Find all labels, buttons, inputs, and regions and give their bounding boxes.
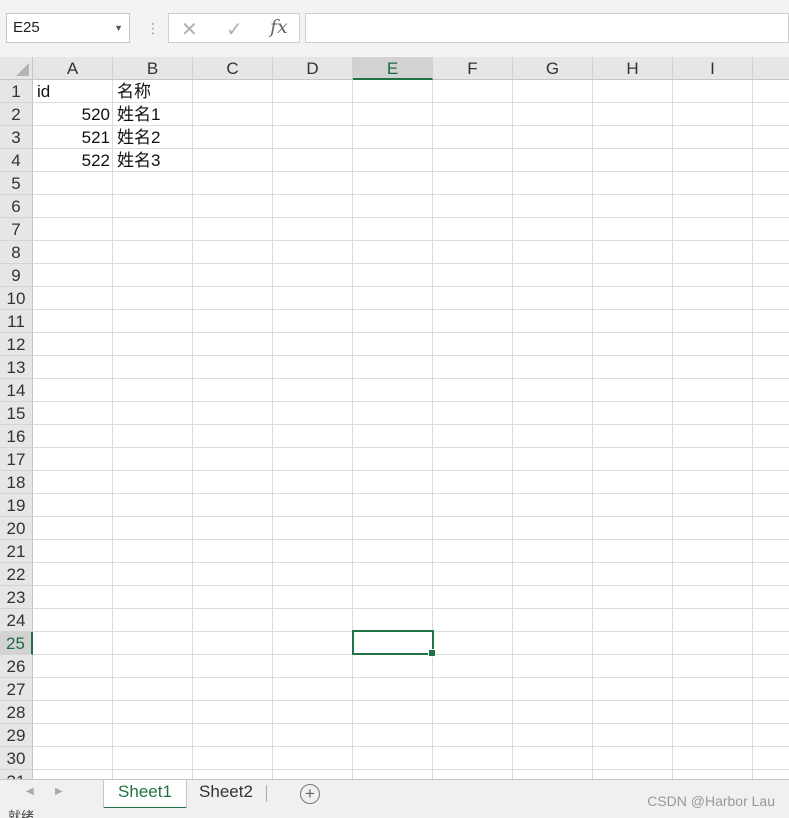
select-all-button[interactable] <box>0 57 33 80</box>
cell-b3[interactable]: 姓名2 <box>117 126 193 149</box>
cell-b1[interactable]: 名称 <box>117 80 193 103</box>
row-header-20[interactable]: 20 <box>0 517 33 540</box>
status-bar: 就绪 <box>0 808 789 818</box>
cell-a4[interactable]: 522 <box>33 149 110 172</box>
watermark: CSDN @Harbor Lau <box>647 793 775 809</box>
row-header-3[interactable]: 3 <box>0 126 33 149</box>
formula-input[interactable] <box>305 13 789 43</box>
select-all-icon <box>16 63 29 76</box>
row-header-17[interactable]: 17 <box>0 448 33 471</box>
row-header-8[interactable]: 8 <box>0 241 33 264</box>
insert-function-icon[interactable]: fx <box>270 16 288 38</box>
column-header-h[interactable]: H <box>593 57 673 80</box>
row-header-26[interactable]: 26 <box>0 655 33 678</box>
row-header-4[interactable]: 4 <box>0 149 33 172</box>
column-header-i[interactable]: I <box>673 57 753 80</box>
row-header-2[interactable]: 2 <box>0 103 33 126</box>
column-header-d[interactable]: D <box>273 57 353 80</box>
row-header-7[interactable]: 7 <box>0 218 33 241</box>
row-header-13[interactable]: 13 <box>0 356 33 379</box>
sheet-tab-sheet1[interactable]: Sheet1 <box>103 780 187 809</box>
chevron-down-icon[interactable]: ▼ <box>114 14 123 42</box>
row-header-15[interactable]: 15 <box>0 402 33 425</box>
cell-a1[interactable]: id <box>37 80 113 103</box>
cell-a2[interactable]: 520 <box>33 103 110 126</box>
row-header-11[interactable]: 11 <box>0 310 33 333</box>
cell-a3[interactable]: 521 <box>33 126 110 149</box>
column-header-c[interactable]: C <box>193 57 273 80</box>
row-header-30[interactable]: 30 <box>0 747 33 770</box>
row-header-5[interactable]: 5 <box>0 172 33 195</box>
row-header-1[interactable]: 1 <box>0 80 33 103</box>
row-header-27[interactable]: 27 <box>0 678 33 701</box>
column-header-g[interactable]: G <box>513 57 593 80</box>
row-header-12[interactable]: 12 <box>0 333 33 356</box>
tab-divider <box>266 785 267 802</box>
fill-handle[interactable] <box>428 649 436 657</box>
row-header-23[interactable]: 23 <box>0 586 33 609</box>
formula-actions: ✕ ✓ fx <box>168 13 300 43</box>
cell-b4[interactable]: 姓名3 <box>117 149 193 172</box>
formula-bar: E25 ▼ ⋮ ✕ ✓ fx <box>0 0 789 58</box>
scroll-left-icon[interactable]: ◀ <box>26 786 34 797</box>
spreadsheet-grid: ABCDEFGHI 1 2 3 4 5 6 7 8 9 10 11 12 13 14 15 16 17 18 19 2… <box>0 57 789 779</box>
add-sheet-icon[interactable]: + <box>300 784 320 804</box>
row-header-18[interactable]: 18 <box>0 471 33 494</box>
column-header-partial[interactable] <box>753 57 789 80</box>
column-header-b[interactable]: B <box>113 57 193 80</box>
name-box-value: E25 <box>13 19 40 36</box>
row-header-22[interactable]: 22 <box>0 563 33 586</box>
column-header-f[interactable]: F <box>433 57 513 80</box>
row-header-21[interactable]: 21 <box>0 540 33 563</box>
cancel-icon[interactable]: ✕ <box>181 17 198 42</box>
row-header-9[interactable]: 9 <box>0 264 33 287</box>
row-header-25[interactable]: 25 <box>0 632 33 655</box>
cell-area[interactable]: id 名称 520 姓名1 521 姓名2 522 姓名3 <box>33 80 789 779</box>
row-header-10[interactable]: 10 <box>0 287 33 310</box>
name-box[interactable]: E25 ▼ <box>6 13 130 43</box>
row-header-16[interactable]: 16 <box>0 425 33 448</box>
row-header-14[interactable]: 14 <box>0 379 33 402</box>
row-header-29[interactable]: 29 <box>0 724 33 747</box>
sheet-tab-sheet2[interactable]: Sheet2 <box>188 780 264 807</box>
column-header-a[interactable]: A <box>33 57 113 80</box>
scroll-right-icon[interactable]: ▶ <box>55 786 63 797</box>
row-header-31[interactable]: 31 <box>0 770 33 779</box>
row-header-6[interactable]: 6 <box>0 195 33 218</box>
drag-handle-icon[interactable]: ⋮ <box>146 20 160 37</box>
selected-cell-e25[interactable] <box>352 630 436 657</box>
row-header-19[interactable]: 19 <box>0 494 33 517</box>
status-text: 就绪 <box>8 809 35 818</box>
row-header-28[interactable]: 28 <box>0 701 33 724</box>
confirm-icon[interactable]: ✓ <box>226 17 243 42</box>
row-header-24[interactable]: 24 <box>0 609 33 632</box>
cell-b2[interactable]: 姓名1 <box>117 103 193 126</box>
column-header-e[interactable]: E <box>353 57 433 80</box>
